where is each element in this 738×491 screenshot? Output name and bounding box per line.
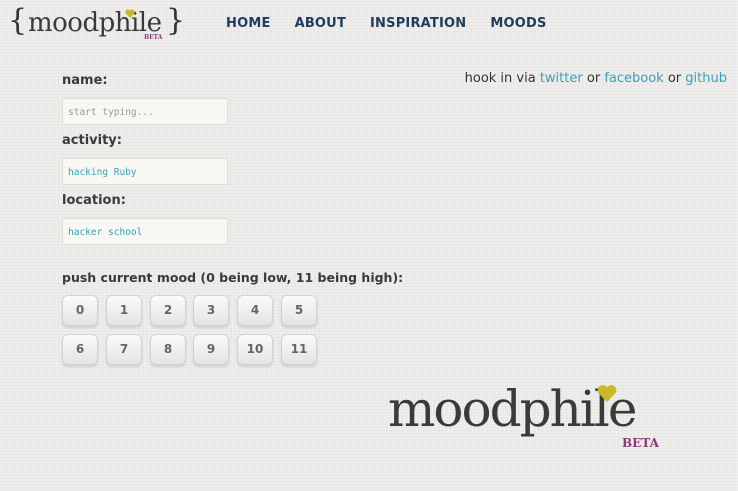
social-login: hook in via twitter or facebook or githu…: [465, 71, 727, 86]
main-nav: HOME ABOUT INSPIRATION MOODS: [226, 16, 571, 31]
hook-prefix: hook in via: [464, 71, 536, 86]
mood-button-10[interactable]: 10: [237, 334, 273, 365]
logo-brace-right: }: [166, 3, 186, 38]
mood-button-8[interactable]: 8: [150, 334, 186, 365]
logo-wordmark: moodphile: [28, 8, 162, 38]
hook-or-1: or: [586, 71, 601, 86]
footer-logo: moodphile BETA: [388, 380, 668, 456]
mood-button-6[interactable]: 6: [62, 334, 98, 365]
mood-button-9[interactable]: 9: [193, 334, 229, 365]
nav-moods[interactable]: MOODS: [490, 16, 546, 31]
nav-home[interactable]: HOME: [226, 16, 271, 31]
nav-inspiration[interactable]: INSPIRATION: [370, 16, 466, 31]
footer-logo-beta-badge: BETA: [622, 436, 659, 450]
name-input[interactable]: start typing...: [62, 98, 228, 125]
github-link[interactable]: github: [685, 71, 727, 86]
mood-button-5[interactable]: 5: [281, 295, 317, 326]
hook-or-2: or: [667, 71, 682, 86]
mood-button-1[interactable]: 1: [106, 295, 142, 326]
activity-input[interactable]: hacking Ruby: [62, 158, 228, 185]
mood-label: push current mood (0 being low, 11 being…: [62, 270, 404, 285]
mood-button-11[interactable]: 11: [281, 334, 317, 365]
name-label: name:: [62, 73, 108, 88]
logo-brace-left: {: [8, 3, 28, 38]
facebook-link[interactable]: facebook: [604, 71, 663, 86]
mood-button-4[interactable]: 4: [237, 295, 273, 326]
location-input[interactable]: hacker school: [62, 218, 228, 245]
heart-icon: [597, 385, 617, 402]
mood-button-3[interactable]: 3: [193, 295, 229, 326]
heart-icon: [125, 9, 135, 18]
mood-button-0[interactable]: 0: [62, 295, 98, 326]
mood-button-2[interactable]: 2: [150, 295, 186, 326]
mood-button-7[interactable]: 7: [106, 334, 142, 365]
twitter-link[interactable]: twitter: [540, 71, 583, 86]
nav-about[interactable]: ABOUT: [295, 16, 346, 31]
logo-beta-badge: BETA: [144, 34, 163, 41]
activity-label: activity:: [62, 133, 122, 148]
location-label: location:: [62, 193, 126, 208]
